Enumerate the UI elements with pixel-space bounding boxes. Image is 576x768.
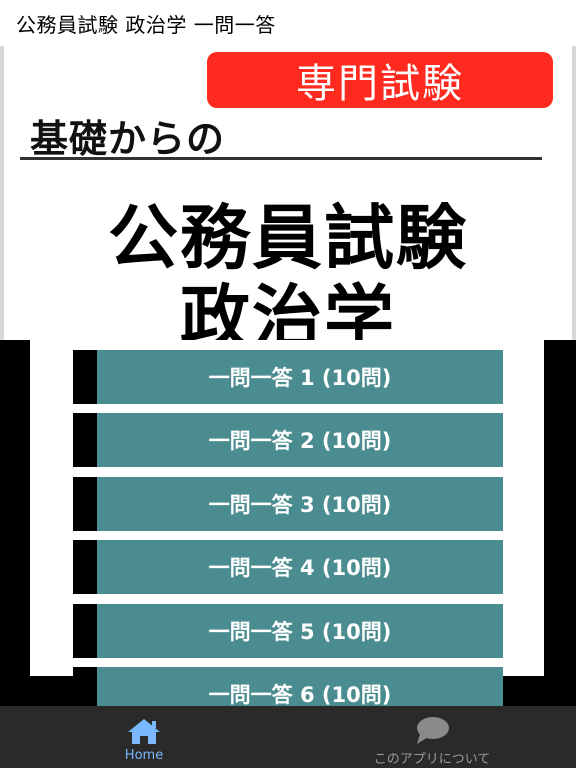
button-edge xyxy=(73,413,97,467)
quiz-button-label: 一問一答 1 (10問) xyxy=(97,350,503,404)
exam-type-badge: 専門試験 xyxy=(207,52,553,108)
quiz-button-3[interactable]: 一問一答 3 (10問) xyxy=(73,477,503,531)
quiz-button-4[interactable]: 一問一答 4 (10問) xyxy=(73,540,503,594)
tab-home[interactable]: Home xyxy=(94,706,194,768)
button-edge xyxy=(73,477,97,531)
tab-about-app[interactable]: このアプリについて xyxy=(332,706,532,768)
quiz-button-2[interactable]: 一問一答 2 (10問) xyxy=(73,413,503,467)
app-title: 公務員試験 政治学 一問一答 xyxy=(16,12,276,37)
button-edge xyxy=(73,350,97,404)
quiz-button-label: 一問一答 4 (10問) xyxy=(97,540,503,594)
home-icon xyxy=(126,716,162,746)
hero-subtitle: 基礎からの xyxy=(30,117,226,161)
tab-home-label: Home xyxy=(124,748,164,763)
bottom-tab-bar: Home このアプリについて xyxy=(0,706,576,768)
quiz-button-label: 一問一答 3 (10問) xyxy=(97,477,503,531)
button-edge xyxy=(73,604,97,658)
tab-about-label: このアプリについて xyxy=(373,752,491,767)
quiz-button-1[interactable]: 一問一答 1 (10問) xyxy=(73,350,503,404)
hero-banner: 専門試験 基礎からの 公務員試験 政治学 xyxy=(0,46,576,359)
quiz-button-label: 一問一答 5 (10問) xyxy=(97,604,503,658)
hero-divider xyxy=(20,157,542,160)
quiz-button-label: 一問一答 2 (10問) xyxy=(97,413,503,467)
app-bar: 公務員試験 政治学 一問一答 xyxy=(0,0,576,46)
button-edge xyxy=(73,540,97,594)
quiz-button-5[interactable]: 一問一答 5 (10問) xyxy=(73,604,503,658)
speech-bubble-icon xyxy=(414,716,450,746)
